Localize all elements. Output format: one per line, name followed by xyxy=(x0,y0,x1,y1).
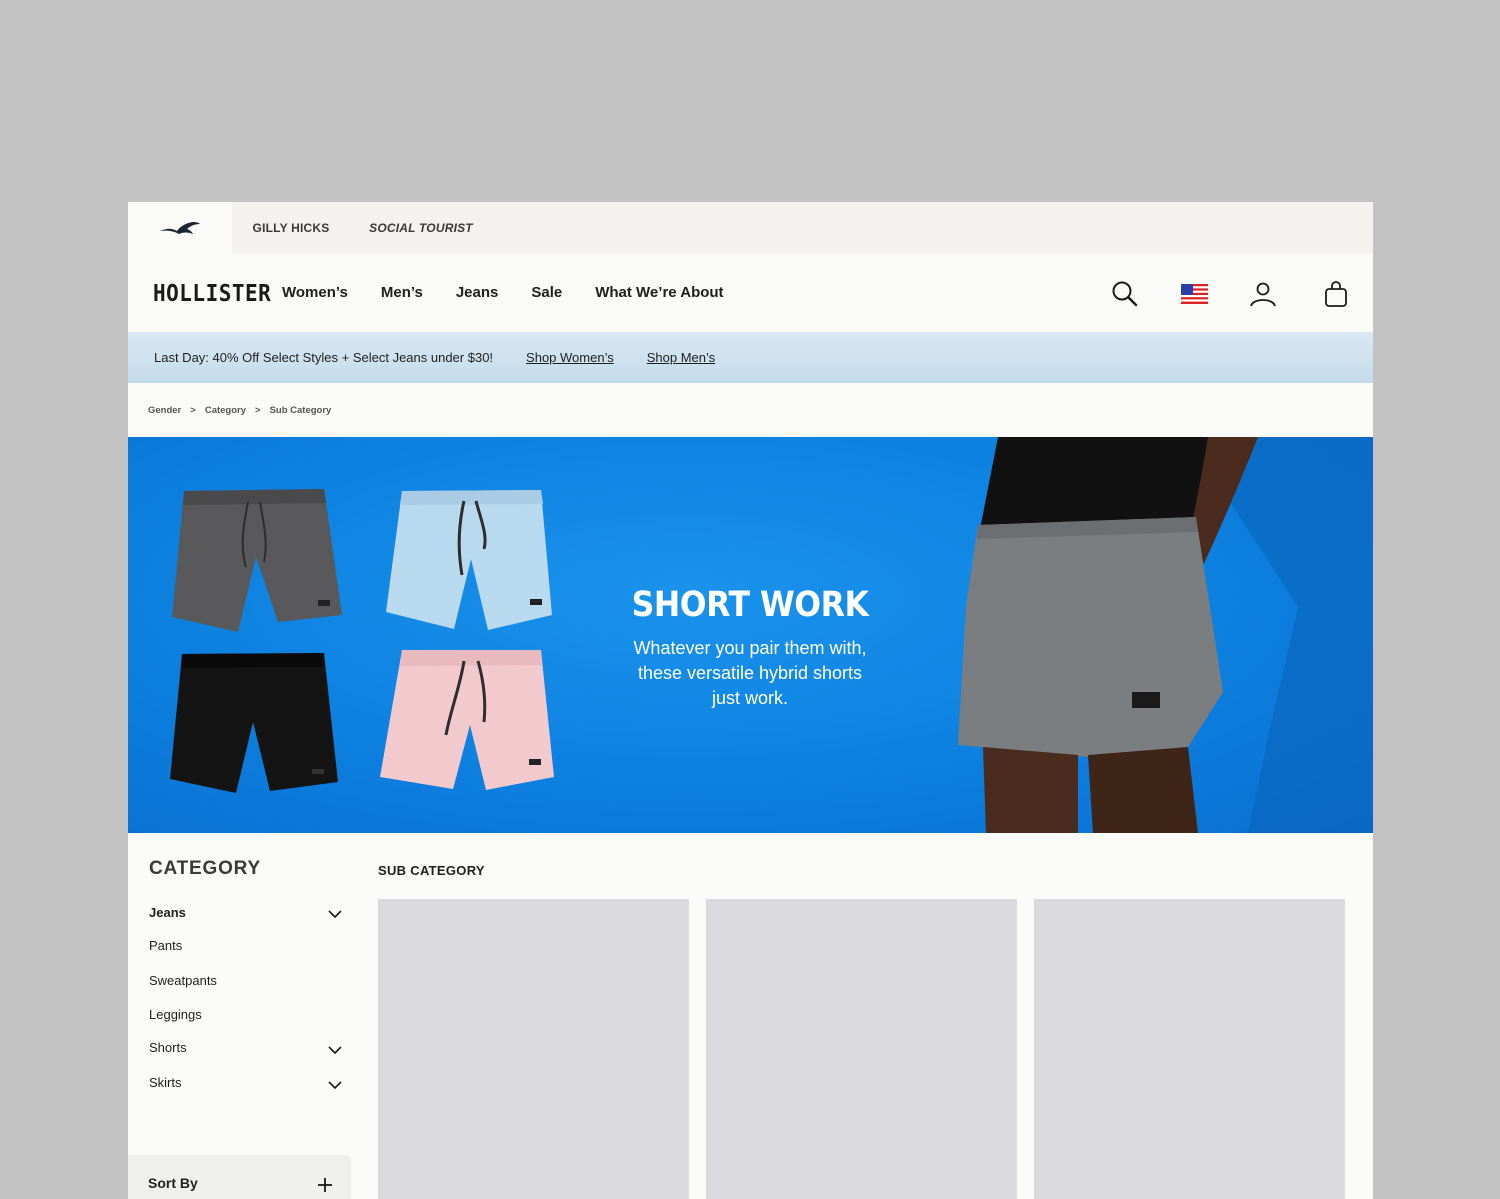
nav-links: Women’s Men’s Jeans Sale What We’re Abou… xyxy=(282,284,757,301)
browser-page: GILLY HICKS SOCIAL TOURIST HOLLISTER Wom… xyxy=(128,202,1373,1199)
nav-link-about[interactable]: What We’re About xyxy=(595,284,723,301)
shop-mens-link[interactable]: Shop Men’s xyxy=(647,350,715,365)
search-icon[interactable] xyxy=(1110,279,1140,309)
pink-shorts-image xyxy=(380,650,554,790)
breadcrumb-separator: > xyxy=(190,405,196,416)
grey-shorts-image xyxy=(172,489,342,632)
nav-link-mens[interactable]: Men’s xyxy=(381,284,423,301)
brand-bar: GILLY HICKS SOCIAL TOURIST xyxy=(128,202,1373,254)
chevron-down-icon[interactable] xyxy=(327,1045,343,1055)
chevron-down-icon[interactable] xyxy=(327,909,343,919)
nav-link-sale[interactable]: Sale xyxy=(531,284,562,301)
breadcrumb-category[interactable]: Category xyxy=(205,405,246,416)
product-tile[interactable] xyxy=(706,899,1017,1199)
promo-message: Last Day: 40% Off Select Styles + Select… xyxy=(154,350,494,365)
category-item-sweatpants[interactable]: Sweatpants xyxy=(149,973,217,988)
brand-tab-social-tourist[interactable]: SOCIAL TOURIST xyxy=(364,202,478,254)
nav-link-womens[interactable]: Women’s xyxy=(282,284,348,301)
subcategory-title: SUB CATEGORY xyxy=(378,863,485,878)
shop-womens-link[interactable]: Shop Women’s xyxy=(526,350,614,365)
product-tile[interactable] xyxy=(1034,899,1345,1199)
sort-by-panel[interactable]: Sort By xyxy=(128,1155,351,1199)
light-blue-shorts-image xyxy=(386,490,552,630)
category-item-pants[interactable]: Pants xyxy=(149,938,182,953)
brand-tab-gilly-hicks[interactable]: GILLY HICKS xyxy=(232,202,350,254)
hero-copy: Whatever you pair them with, these versa… xyxy=(633,638,867,708)
promo-banner: Last Day: 40% Off Select Styles + Select… xyxy=(128,332,1373,383)
model-image xyxy=(958,437,1373,833)
shopping-bag-icon[interactable] xyxy=(1321,279,1351,309)
category-item-jeans[interactable]: Jeans xyxy=(149,905,186,920)
category-item-skirts[interactable]: Skirts xyxy=(149,1075,182,1090)
plus-icon[interactable] xyxy=(317,1177,333,1193)
breadcrumb-subcategory[interactable]: Sub Category xyxy=(270,405,332,416)
account-icon[interactable] xyxy=(1248,279,1278,309)
breadcrumb-separator: > xyxy=(255,405,261,416)
chevron-down-icon[interactable] xyxy=(327,1080,343,1090)
category-item-leggings[interactable]: Leggings xyxy=(149,1007,202,1022)
category-title: CATEGORY xyxy=(149,858,261,879)
nav-link-jeans[interactable]: Jeans xyxy=(456,284,499,301)
seagull-logo-icon xyxy=(160,222,200,234)
hero-illustration xyxy=(170,437,1373,833)
us-flag-icon[interactable] xyxy=(1179,279,1209,309)
breadcrumb: Gender > Category > Sub Category xyxy=(148,405,331,416)
product-tile[interactable] xyxy=(378,899,689,1199)
hollister-logo[interactable]: HOLLISTER xyxy=(153,280,271,307)
sort-by-label: Sort By xyxy=(148,1175,198,1191)
hero-title: SHORT WORK xyxy=(631,585,869,625)
main-nav: HOLLISTER Women’s Men’s Jeans Sale What … xyxy=(128,254,1373,332)
breadcrumb-gender[interactable]: Gender xyxy=(148,405,181,416)
brand-tab-hollister[interactable] xyxy=(128,202,232,254)
hero-banner[interactable]: SHORT WORK Whatever you pair them with, … xyxy=(128,437,1373,833)
black-shorts-image xyxy=(170,653,338,793)
category-item-shorts[interactable]: Shorts xyxy=(149,1040,187,1055)
